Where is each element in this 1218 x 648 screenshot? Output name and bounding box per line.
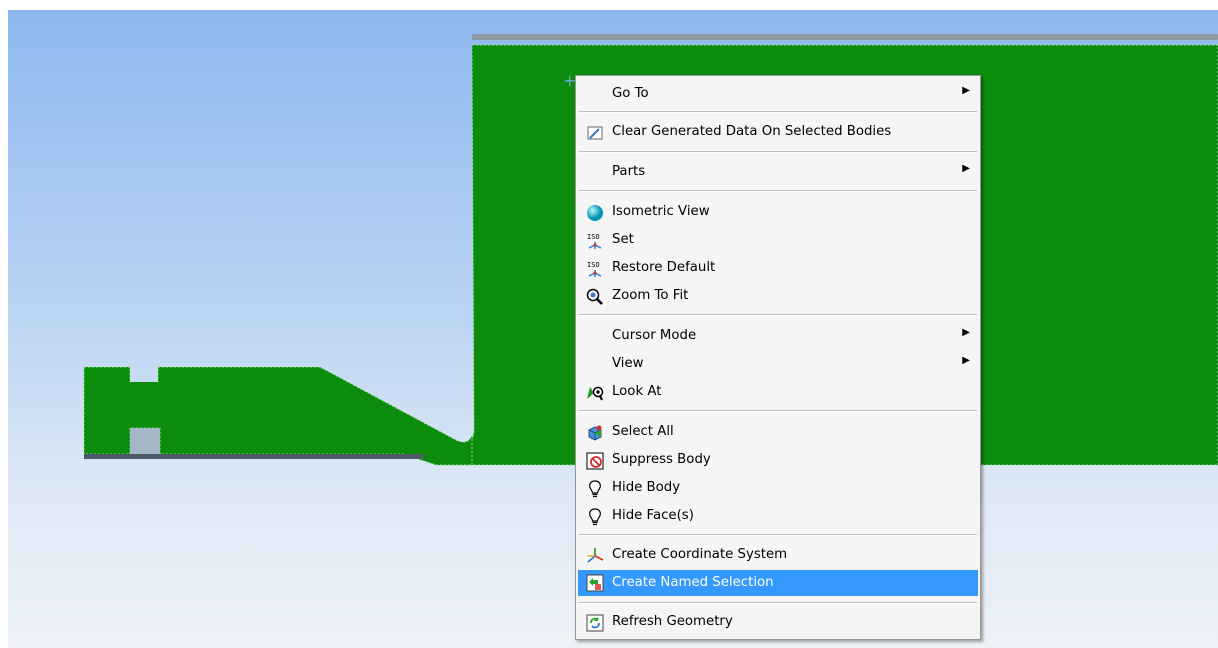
menu-item-hide-body[interactable]: Hide Body xyxy=(578,476,978,500)
lightbulb-icon xyxy=(589,508,601,526)
menu-item-label: Restore Default xyxy=(612,260,716,275)
menu-item-label: Isometric View xyxy=(612,204,710,219)
submenu-arrow-icon: ▶ xyxy=(962,163,970,174)
menu-item-view[interactable]: View ▶ xyxy=(578,352,978,376)
menu-item-clear-generated-data[interactable]: Clear Generated Data On Selected Bodies xyxy=(578,120,978,144)
menu-item-label: Hide Body xyxy=(612,480,681,495)
menu-item-parts[interactable]: Parts ▶ xyxy=(578,160,978,184)
lightbulb-icon xyxy=(589,480,601,498)
menu-separator xyxy=(579,534,977,536)
refresh-icon xyxy=(586,614,604,632)
menu-item-zoom-to-fit[interactable]: Zoom To Fit xyxy=(578,284,978,308)
menu-item-refresh-geometry[interactable]: Refresh Geometry xyxy=(578,610,978,634)
svg-text:ISO: ISO xyxy=(587,233,600,241)
svg-text:ISO: ISO xyxy=(587,261,600,269)
menu-item-restore-default[interactable]: ISO Restore Default xyxy=(578,256,978,280)
menu-item-label: Go To xyxy=(612,86,649,101)
arm-shadow xyxy=(84,454,424,459)
menu-separator xyxy=(579,190,977,192)
menu-item-label: Create Coordinate System xyxy=(612,547,788,562)
menu-item-isometric-view[interactable]: Isometric View xyxy=(578,200,978,224)
menu-item-set[interactable]: ISO Set xyxy=(578,228,978,252)
menu-item-label: Parts xyxy=(612,164,646,179)
body-top-edge xyxy=(472,34,1218,40)
menu-item-label: View xyxy=(612,356,644,371)
menu-separator xyxy=(579,602,977,604)
triad-icon xyxy=(587,548,604,563)
menu-item-create-named-selection[interactable]: Create Named Selection xyxy=(578,570,978,596)
sphere-icon xyxy=(587,205,603,221)
menu-item-go-to[interactable]: Go To ▶ xyxy=(578,82,978,106)
suppress-icon xyxy=(586,452,604,470)
menu-item-label: Create Named Selection xyxy=(612,575,774,590)
menu-separator xyxy=(579,410,977,412)
magnifier-icon xyxy=(586,288,603,305)
menu-item-look-at[interactable]: Look At xyxy=(578,380,978,404)
menu-item-label: Suppress Body xyxy=(612,452,711,467)
menu-item-suppress-body[interactable]: Suppress Body xyxy=(578,448,978,472)
menu-item-hide-faces[interactable]: Hide Face(s) xyxy=(578,504,978,528)
submenu-arrow-icon: ▶ xyxy=(962,355,970,366)
cube-select-icon xyxy=(588,425,602,441)
iso-axes-icon: ISO xyxy=(587,233,602,249)
look-at-icon xyxy=(587,386,604,401)
iso-axes-icon: ISO xyxy=(587,261,602,277)
menu-item-label: Hide Face(s) xyxy=(612,508,694,523)
slot-upper xyxy=(130,382,158,394)
menu-item-create-coordinate-system[interactable]: Create Coordinate System xyxy=(578,543,978,567)
named-selection-icon xyxy=(586,574,604,592)
menu-separator xyxy=(579,151,977,153)
menu-item-select-all[interactable]: Select All xyxy=(578,420,978,444)
menu-separator xyxy=(579,111,977,113)
menu-separator xyxy=(579,314,977,316)
menu-item-label: Set xyxy=(612,232,634,247)
eraser-icon xyxy=(587,126,603,140)
submenu-arrow-icon: ▶ xyxy=(962,85,970,96)
menu-item-label: Select All xyxy=(612,424,674,439)
menu-item-label: Refresh Geometry xyxy=(612,614,733,629)
menu-item-label: Cursor Mode xyxy=(612,328,697,343)
menu-item-label: Clear Generated Data On Selected Bodies xyxy=(612,124,892,139)
menu-item-label: Zoom To Fit xyxy=(612,288,689,303)
menu-item-label: Look At xyxy=(612,384,662,399)
slot-lower xyxy=(130,428,160,454)
menu-item-cursor-mode[interactable]: Cursor Mode ▶ xyxy=(578,324,978,348)
context-menu: Go To ▶ Clear Generated Data On Selected… xyxy=(575,75,981,640)
submenu-arrow-icon: ▶ xyxy=(962,327,970,338)
